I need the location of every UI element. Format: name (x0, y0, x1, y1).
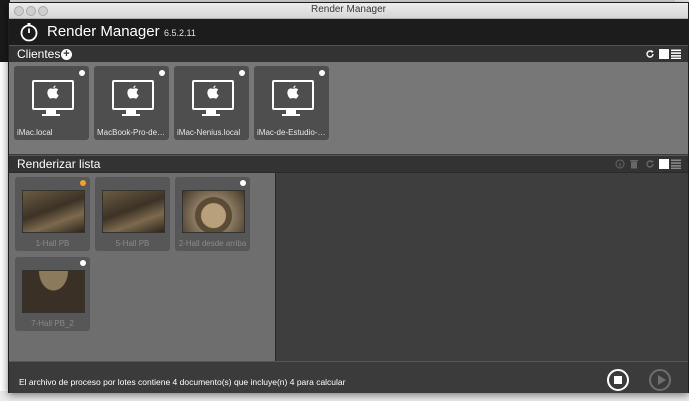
add-client-button[interactable]: + (61, 49, 72, 60)
clients-panel: iMac.local MacBook-Pro-de-Ne... iMac-Nen… (9, 62, 688, 154)
client-label: iMac.local (17, 128, 53, 137)
apple-icon (194, 85, 232, 104)
render-job-card[interactable]: 5-Hall PB (95, 177, 170, 251)
monitor-icon (32, 80, 74, 110)
apple-icon (274, 85, 312, 104)
grid-view-icon[interactable] (659, 159, 669, 169)
job-label: 5-Hall PB (115, 239, 150, 248)
render-job-card[interactable]: 2-Hall desde arriba (175, 177, 250, 251)
render-list-header: Renderizar lista (9, 155, 688, 173)
render-thumbnail (102, 190, 165, 233)
job-status-dot (80, 260, 86, 266)
monitor-icon (112, 80, 154, 110)
trash-icon[interactable] (629, 159, 639, 169)
stopwatch-icon (20, 23, 38, 42)
render-thumbnail (182, 190, 245, 233)
render-thumbnail (22, 270, 85, 313)
status-bar: El archivo de proceso por lotes contiene… (9, 361, 688, 393)
monitor-base (202, 114, 220, 116)
apple-icon (34, 85, 72, 104)
render-manager-window: Render Manager Render Manager 6.5.2.11 C… (8, 2, 689, 393)
job-label: 1-Hall PB (35, 239, 70, 248)
client-status-dot (159, 70, 165, 76)
info-icon[interactable] (615, 159, 625, 169)
play-button[interactable] (649, 369, 671, 391)
clients-header: Clientes + (9, 45, 688, 63)
window-title: Render Manager (310, 4, 387, 15)
app-version: 6.5.2.11 (164, 28, 196, 38)
list-view-icon[interactable] (671, 159, 681, 169)
client-label: MacBook-Pro-de-Ne... (97, 128, 166, 137)
apple-icon (114, 85, 152, 104)
client-status-dot (239, 70, 245, 76)
client-status-dot (319, 70, 325, 76)
job-label: 7-Hall PB_2 (31, 319, 74, 328)
monitor-icon (192, 80, 234, 110)
client-label: iMac-Nenius.local (177, 128, 241, 137)
stop-icon (614, 376, 622, 384)
status-text: El archivo de proceso por lotes contiene… (19, 377, 346, 387)
render-job-card[interactable]: 1-Hall PB (15, 177, 90, 251)
monitor-base (122, 114, 140, 116)
refresh-icon[interactable] (645, 159, 655, 169)
job-status-dot (240, 180, 246, 186)
client-card[interactable]: iMac-Nenius.local (174, 66, 249, 140)
grid-view-icon[interactable] (659, 49, 669, 59)
list-view-icon[interactable] (671, 49, 681, 59)
render-list-title: Renderizar lista (17, 157, 101, 171)
job-label: 2-Hall desde arriba (178, 239, 247, 248)
stop-button[interactable] (607, 369, 629, 391)
render-thumbnail (22, 190, 85, 233)
job-status-dot (80, 180, 86, 186)
monitor-base (282, 114, 300, 116)
render-list-panel: 1-Hall PB 5-Hall PB 2-Hall desde arriba … (9, 173, 275, 361)
client-card[interactable]: MacBook-Pro-de-Ne... (94, 66, 169, 140)
render-detail-panel (275, 173, 688, 361)
app-header: Render Manager 6.5.2.11 (9, 19, 688, 45)
render-job-card[interactable]: 7-Hall PB_2 (15, 257, 90, 331)
client-card[interactable]: iMac-de-Estudio-2.l... (254, 66, 329, 140)
monitor-base (42, 114, 60, 116)
client-card[interactable]: iMac.local (14, 66, 89, 140)
window-titlebar: Render Manager (9, 3, 688, 19)
clients-title: Clientes (17, 47, 61, 61)
client-status-dot (79, 70, 85, 76)
client-label: iMac-de-Estudio-2.l... (257, 128, 326, 137)
play-icon (658, 375, 666, 385)
monitor-icon (272, 80, 314, 110)
app-name: Render Manager (47, 23, 160, 40)
refresh-icon[interactable] (645, 49, 655, 59)
